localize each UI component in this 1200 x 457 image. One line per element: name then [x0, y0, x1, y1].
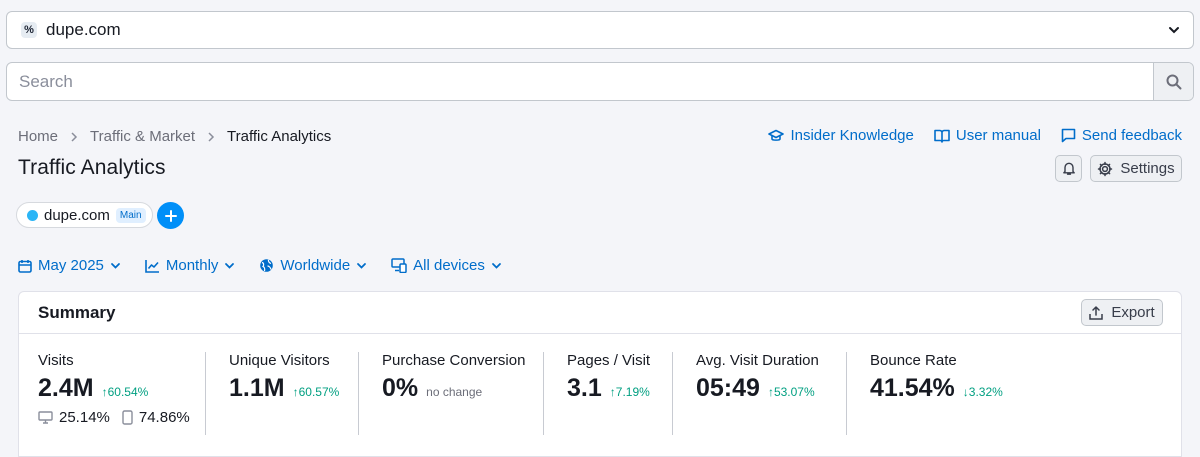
metric-label: Avg. Visit Duration [696, 352, 819, 369]
chevron-right-icon [71, 131, 78, 142]
top-links: Insider Knowledge User manual Send feedb… [768, 127, 1182, 144]
domain-chip-name: dupe.com [44, 206, 110, 224]
search-input[interactable] [7, 63, 1153, 100]
search-button[interactable] [1153, 63, 1193, 100]
metric-value: 2.4M [38, 374, 94, 402]
export-button[interactable]: Export [1081, 299, 1163, 326]
metric-pages-per-visit[interactable]: Pages / Visit 3.1 ↑7.19% [567, 352, 650, 403]
insider-knowledge-label: Insider Knowledge [790, 127, 914, 144]
chevron-down-icon [110, 263, 120, 269]
globe-icon [260, 259, 274, 272]
mobile-icon [122, 410, 133, 425]
line-chart-icon [145, 259, 159, 273]
metric-delta: ↑60.54% [101, 385, 149, 399]
chevron-down-icon [1169, 27, 1179, 34]
bell-icon [1062, 162, 1075, 175]
domain-chip[interactable]: dupe.com Main [16, 202, 153, 228]
notifications-button[interactable] [1055, 155, 1082, 182]
chat-bubble-icon [1061, 128, 1076, 143]
summary-title: Summary [38, 302, 116, 322]
user-manual-label: User manual [955, 127, 1041, 144]
mobile-share: 74.86% [138, 409, 190, 426]
device-filter[interactable]: All devices [391, 257, 502, 274]
metric-delta: ↓3.32% [962, 385, 1003, 399]
metric-value: 41.54% [870, 374, 955, 402]
metric-divider [672, 352, 673, 435]
domain-color-dot [27, 209, 38, 221]
metric-label: Unique Visitors [229, 352, 330, 369]
metric-delta: ↑53.07% [767, 385, 815, 399]
metric-divider [358, 352, 359, 435]
desktop-share: 25.14% [59, 409, 110, 426]
book-icon [934, 129, 950, 143]
site-favicon-icon: % [21, 22, 37, 38]
metric-purchase-conversion[interactable]: Purchase Conversion 0% no change [382, 352, 525, 403]
chevron-down-icon [225, 263, 235, 269]
metric-divider [543, 352, 544, 435]
send-feedback-label: Send feedback [1081, 127, 1182, 144]
filter-bar: May 2025 Monthly Worldwide All devices [18, 257, 502, 274]
breadcrumb-current: Traffic Analytics [227, 128, 332, 145]
breadcrumb-traffic-market[interactable]: Traffic & Market [90, 128, 195, 145]
granularity-filter-label: Monthly [165, 257, 219, 274]
metric-value: 0% [382, 374, 419, 402]
metric-delta: ↑60.57% [292, 385, 340, 399]
settings-button[interactable]: Settings [1090, 155, 1182, 182]
user-manual-link[interactable]: User manual [934, 127, 1041, 144]
metrics-row: Visits 2.4M ↑60.54% 25.14% 74.86% Unique… [19, 334, 1181, 454]
gear-icon [1098, 161, 1113, 176]
metric-value: 05:49 [696, 374, 760, 402]
date-filter-label: May 2025 [38, 257, 104, 274]
metric-label: Pages / Visit [567, 352, 651, 369]
search-icon [1166, 74, 1181, 89]
summary-card: Summary Export Visits 2.4M ↑60.54% 25.14… [18, 291, 1182, 457]
breadcrumb: Home Traffic & Market Traffic Analytics [18, 128, 331, 145]
settings-label: Settings [1120, 160, 1175, 177]
metric-unique-visitors[interactable]: Unique Visitors 1.1M ↑60.57% [229, 352, 339, 403]
summary-header: Summary Export [19, 292, 1181, 334]
device-filter-label: All devices [413, 257, 485, 274]
devices-icon [391, 258, 407, 273]
breadcrumb-home[interactable]: Home [18, 128, 58, 145]
chevron-down-icon [357, 263, 367, 269]
chevron-right-icon [208, 131, 215, 142]
main-badge: Main [115, 207, 146, 223]
region-filter[interactable]: Worldwide [259, 257, 367, 274]
metric-delta: no change [426, 385, 483, 399]
metric-divider [846, 352, 847, 435]
metric-label: Purchase Conversion [382, 352, 526, 369]
add-competitor-button[interactable] [157, 202, 184, 229]
graduation-cap-icon [768, 129, 785, 141]
metric-delta: ↑7.19% [609, 385, 650, 399]
desktop-icon [38, 411, 53, 424]
page-title: Traffic Analytics [18, 156, 166, 179]
metric-value: 3.1 [567, 374, 602, 402]
metric-value: 1.1M [229, 374, 285, 402]
granularity-filter[interactable]: Monthly [145, 257, 236, 274]
chevron-down-icon [491, 263, 501, 269]
domain-selector[interactable]: % dupe.com [6, 11, 1194, 49]
domain-selector-value: dupe.com [46, 20, 121, 39]
plus-icon [164, 209, 177, 222]
send-feedback-link[interactable]: Send feedback [1061, 127, 1182, 144]
export-label: Export [1111, 304, 1155, 321]
export-icon [1089, 305, 1104, 320]
date-filter[interactable]: May 2025 [18, 257, 121, 274]
metric-label: Visits [38, 352, 74, 369]
calendar-icon [18, 259, 32, 273]
metric-bounce-rate[interactable]: Bounce Rate 41.54% ↓3.32% [870, 352, 1003, 403]
insider-knowledge-link[interactable]: Insider Knowledge [768, 127, 914, 144]
metric-divider [205, 352, 206, 435]
metric-visits[interactable]: Visits 2.4M ↑60.54% 25.14% 74.86% [38, 352, 190, 426]
metric-label: Bounce Rate [870, 352, 957, 369]
search-bar [6, 62, 1194, 101]
region-filter-label: Worldwide [280, 257, 351, 274]
metric-avg-visit-duration[interactable]: Avg. Visit Duration 05:49 ↑53.07% [696, 352, 819, 403]
device-split: 25.14% 74.86% [38, 409, 190, 426]
